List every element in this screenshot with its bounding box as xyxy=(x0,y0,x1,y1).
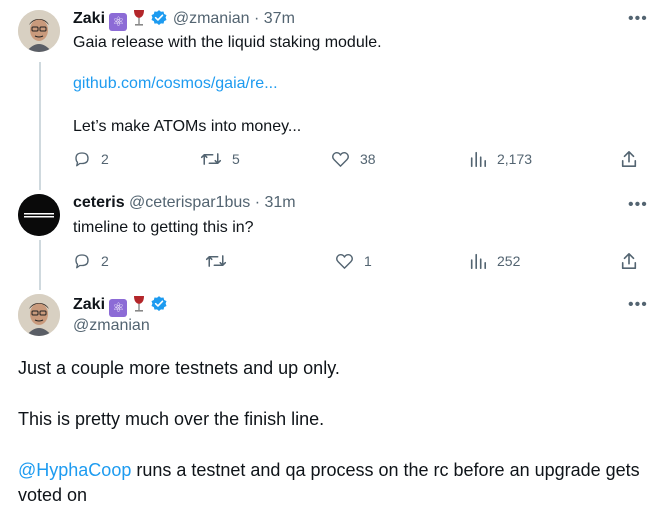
like-button[interactable]: 38 xyxy=(331,150,376,168)
like-count: 1 xyxy=(364,253,372,269)
main-tweet-header: Zaki ⚛ xyxy=(73,295,168,317)
more-options-icon[interactable]: ••• xyxy=(628,11,648,27)
reply-count: 2 xyxy=(101,151,109,167)
avatar-image xyxy=(18,10,60,52)
main-tweet-text: Just a couple more testnets and up only. xyxy=(18,358,340,378)
atom-icon: ⚛ xyxy=(109,299,128,317)
like-count: 38 xyxy=(360,151,376,167)
more-options-icon[interactable]: ••• xyxy=(628,197,648,213)
tweet-text: Gaia release with the liquid staking mod… xyxy=(73,34,382,51)
wine-glass-icon xyxy=(133,296,144,312)
mention-link[interactable]: @HyphaCoop xyxy=(18,460,131,480)
retweet-icon xyxy=(200,153,222,165)
share-icon xyxy=(621,150,637,168)
author-name[interactable]: ceteris xyxy=(73,194,125,211)
author-name[interactable]: Zaki xyxy=(73,10,105,27)
views-icon xyxy=(470,253,487,270)
retweet-button[interactable]: 5 xyxy=(200,150,240,168)
tweet-header: Zaki ⚛ @zmanian · 37m xyxy=(73,9,295,31)
heart-icon xyxy=(336,254,353,269)
verified-badge-icon xyxy=(151,10,167,25)
share-button[interactable] xyxy=(620,252,638,270)
like-button[interactable]: 1 xyxy=(335,252,372,270)
avatar[interactable] xyxy=(18,294,60,336)
timestamp[interactable]: 37m xyxy=(264,10,295,27)
share-icon xyxy=(621,252,637,270)
reply-button[interactable]: 2 xyxy=(73,252,109,270)
author-name[interactable]: Zaki xyxy=(73,296,105,313)
retweet-icon xyxy=(205,255,227,267)
heart-icon xyxy=(332,152,349,167)
views-button[interactable]: 2,173 xyxy=(469,150,532,168)
tweet-header: ceteris @ceterispar1bus · 31m xyxy=(73,194,296,212)
retweet-count: 5 xyxy=(232,151,240,167)
reply-button[interactable]: 2 xyxy=(73,150,109,168)
views-count: 252 xyxy=(497,253,521,269)
main-tweet-text: This is pretty much over the finish line… xyxy=(18,409,325,429)
main-tweet-text-rest: runs a testnet and qa process on the rc … xyxy=(131,460,640,480)
tweet-link[interactable]: github.com/cosmos/gaia/re... xyxy=(73,75,278,93)
main-tweet-text: voted on xyxy=(18,485,88,505)
main-tweet-text: @HyphaCoop runs a testnet and qa process… xyxy=(18,458,640,482)
author-handle[interactable]: @zmanian xyxy=(173,10,250,27)
avatar-image xyxy=(18,194,60,236)
thread-line xyxy=(39,240,41,290)
views-icon xyxy=(470,151,487,168)
views-button[interactable]: 252 xyxy=(469,252,520,270)
reply-count: 2 xyxy=(101,253,109,269)
avatar-image xyxy=(18,294,60,336)
separator-dot: · xyxy=(254,194,261,211)
tweet-text: timeline to getting this in? xyxy=(73,219,254,236)
avatar[interactable] xyxy=(18,194,60,236)
retweet-button[interactable] xyxy=(205,252,237,270)
timestamp[interactable]: 31m xyxy=(264,194,295,211)
author-handle[interactable]: @ceterispar1bus xyxy=(129,194,250,211)
tweet-text: Let’s make ATOMs into money... xyxy=(73,118,302,135)
author-handle[interactable]: @zmanian xyxy=(73,317,150,335)
reply-icon xyxy=(75,254,89,269)
share-button[interactable] xyxy=(620,150,638,168)
atom-icon: ⚛ xyxy=(109,13,128,31)
views-count: 2,173 xyxy=(497,151,533,167)
reply-icon xyxy=(75,152,89,167)
separator-dot: · xyxy=(254,10,260,27)
more-options-icon[interactable]: ••• xyxy=(628,297,648,313)
avatar[interactable] xyxy=(18,10,60,52)
verified-badge-icon xyxy=(151,296,167,311)
wine-glass-icon xyxy=(133,10,144,26)
thread-line xyxy=(39,62,41,190)
